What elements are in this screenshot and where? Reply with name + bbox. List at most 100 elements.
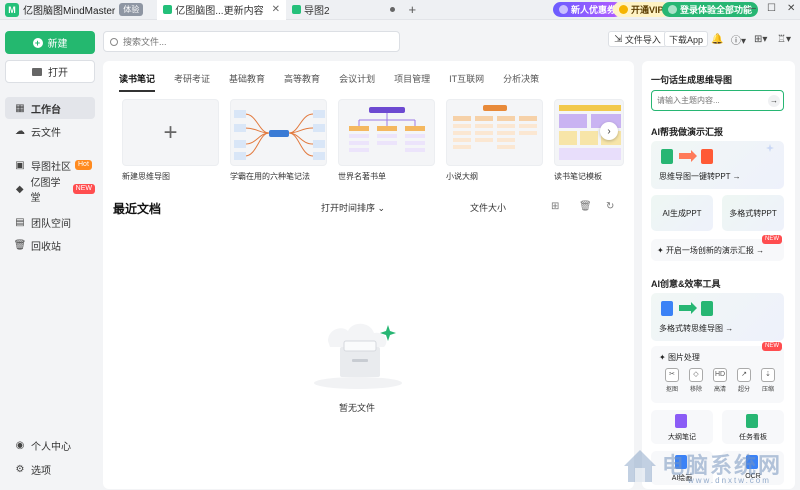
sidebar-item-workbench[interactable]: ▦ 工作台 [5,97,95,119]
title-bar: M 亿图脑图MindMaster 体验 亿图脑图...更新内容 ✕ 导图2 + … [0,0,800,20]
open-button[interactable]: 打开 [5,60,95,83]
template-thumbnail [446,99,543,166]
super-resolution-tool[interactable]: ↗ 超分 [735,368,753,393]
sidebar-item-label: 亿图学堂 [30,178,61,204]
plus-icon: + [122,99,219,166]
file-import-button[interactable]: ⇲ 文件导入 [608,31,667,47]
outline-notes-card[interactable]: 大纲笔记 [651,410,713,444]
download-app-button[interactable]: 下载App [664,31,709,47]
sidebar-item-label: 回收站 [31,241,61,253]
chevron-right-icon[interactable]: › [600,122,618,140]
login-button[interactable]: 登录体验全部功能 [662,2,759,17]
grid-view-icon[interactable]: ⊞ [551,201,559,212]
template-thumbnail [230,99,327,166]
sidebar-item-team-space[interactable]: ▤ 团队空间 [5,211,95,233]
image-processing-card: ✦ 图片处理 NEW ✂ 抠图 ◇ 移除 HD 高清 ↗ 超分 ⇣ 压缩 [651,342,784,403]
new-user-coupon-button[interactable]: 新人优惠券 [553,2,623,17]
sidebar-item-label: 工作台 [31,104,61,116]
login-label: 登录体验全部功能 [680,5,753,15]
image-processing-title: ✦ 图片处理 [659,353,700,362]
hd-tool[interactable]: HD 高清 [711,368,729,393]
sidebar-item-label: 团队空间 [31,218,71,230]
tab-higher-education[interactable]: 高等教育 [284,72,320,92]
tab-label: 亿图脑图...更新内容 [175,6,264,17]
gear-icon: ⚙ [15,463,25,475]
crown-icon [619,5,628,14]
tab-project-management[interactable]: 项目管理 [394,72,430,92]
vip-label: 开通VIP [631,5,664,15]
remove-tool[interactable]: ◇ 移除 [687,368,705,393]
sidebar-item-options[interactable]: ⚙ 选项 [5,458,95,480]
ai-generate-ppt-button[interactable]: AI生成PPT [651,195,713,231]
topic-input[interactable] [657,96,762,105]
board-icon [746,414,758,428]
arrow-right-icon[interactable]: → [768,94,780,107]
tool-label: 抠图 [665,387,678,393]
search-icon [110,37,118,46]
task-board-card[interactable]: 任务看板 [722,410,784,444]
template-card-six-notes[interactable]: 学霸在用的六种笔记法 [230,99,327,182]
cutout-icon: ✂ [665,368,679,382]
minimize-icon[interactable]: — [746,3,756,14]
mindmap-to-ppt-card[interactable]: 思维导图一键转PPT → [651,141,784,189]
tab-meeting-plan[interactable]: 会议计划 [339,72,375,92]
topic-input-box: → [651,90,784,111]
template-card-reading-notes[interactable]: 读书笔记模板 [554,99,624,182]
start-presentation-button[interactable]: ✦ 开启一场创新的演示汇报 → NEW [651,235,784,261]
empty-box-illustration [314,323,402,389]
ai-generate-ppt-label: AI生成PPT [662,208,702,218]
tool-label: 压缩 [761,387,774,393]
compress-tool[interactable]: ⇣ 压缩 [759,368,777,393]
app-logo-icon: M [5,2,19,17]
apps-grid-icon[interactable]: ⊞▾ [754,31,767,47]
sidebar-item-label: 导图社区 [31,161,71,173]
shirt-icon[interactable]: ♖▾ [777,31,791,47]
maximize-icon[interactable]: ☐ [767,3,776,14]
new-badge: NEW [762,342,782,351]
community-icon: ▣ [15,159,25,171]
empty-state-text: 暂无文件 [339,403,376,413]
delete-icon[interactable]: 🗑 [579,201,592,212]
tab-analysis-decision[interactable]: 分析决策 [503,72,539,92]
sidebar-item-label: 个人中心 [31,441,71,453]
template-card-classics[interactable]: 世界名著书单 [338,99,435,182]
unsaved-dot-icon[interactable] [389,7,395,12]
tab-reading-notes[interactable]: 读书笔记 [119,72,156,92]
template-card-novel-outline[interactable]: 小说大纲 [446,99,543,182]
folder-icon [32,67,42,76]
refresh-icon[interactable]: ↻ [606,201,614,212]
tab-exam-prep[interactable]: 考研考证 [174,72,210,92]
sort-dropdown[interactable]: 打开时间排序 ⌄ [321,201,385,214]
tab-update-content[interactable]: 亿图脑图...更新内容 ✕ [157,0,286,20]
multi-format-to-ppt-button[interactable]: 多格式转PPT [722,195,784,231]
template-card-new[interactable]: + 新建思维导图 [122,99,219,182]
sidebar-item-profile[interactable]: ◉ 个人中心 [5,434,95,456]
download-app-label: 下载App [669,34,704,45]
chevron-down-icon: ⌄ [377,203,386,213]
tab-mindmap2[interactable]: 导图2 [286,0,401,20]
task-board-label: 任务看板 [739,434,767,441]
hd-icon: HD [713,368,727,382]
bell-icon[interactable]: 🔔 [711,31,723,47]
sidebar-item-recycle-bin[interactable]: 🗑 回收站 [5,234,95,256]
tab-label: 导图2 [303,6,330,17]
close-tab-icon[interactable]: ✕ [272,4,280,15]
tab-it-internet[interactable]: IT互联网 [449,72,484,92]
multi-format-to-mindmap-card[interactable]: 多格式转思维导图 → [651,293,784,341]
add-tab-icon[interactable]: + [409,2,417,17]
sidebar-item-academy[interactable]: ◆ 亿图学堂 NEW [5,178,95,204]
close-window-icon[interactable]: ✕ [787,3,795,14]
sidebar-item-community[interactable]: ▣ 导图社区 Hot [5,154,95,176]
expand-icon: ↗ [737,368,751,382]
tab-basic-education[interactable]: 基础教育 [229,72,265,92]
plus-icon: + [32,37,43,48]
sidebar: + 新建 打开 ▦ 工作台 ☁ 云文件 ▣ 导图社区 Hot ◆ 亿图学堂 NE… [0,20,102,490]
help-icon[interactable]: ⓘ▾ [731,31,746,47]
template-list: + 新建思维导图 学霸在用的六种笔记法 世界名著书单 小说大纲 读书笔记模板 [122,99,635,182]
file-size-column[interactable]: 文件大小 [470,201,506,214]
new-button[interactable]: + 新建 [5,31,95,54]
cutout-tool[interactable]: ✂ 抠图 [663,368,681,393]
sidebar-item-cloud[interactable]: ☁ 云文件 [5,120,95,142]
ai-presentation-title: AI帮我做演示汇报 [651,127,724,137]
search-input[interactable] [123,36,373,47]
